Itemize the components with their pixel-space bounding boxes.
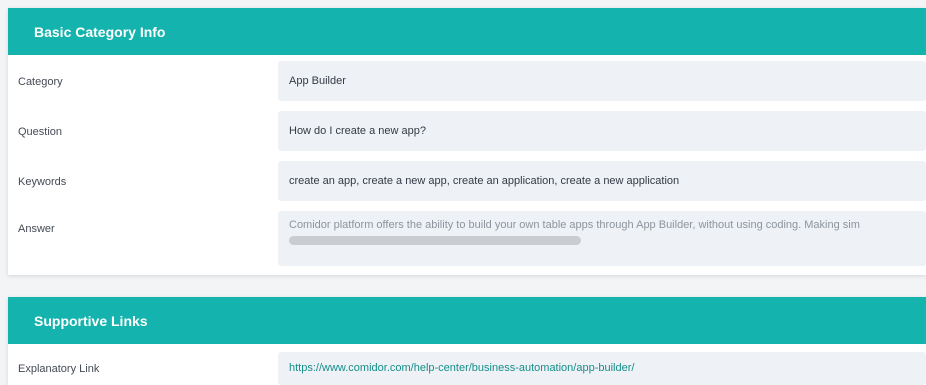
question-label: Question [18, 126, 63, 138]
section-header-basic-info: Basic Category Info [8, 8, 926, 55]
question-field[interactable]: How do I create a new app? [278, 111, 926, 151]
supportive-links-panel: Supportive Links Explanatory Link https:… [8, 297, 926, 385]
answer-row: Answer Comidor platform offers the abili… [8, 211, 926, 266]
answer-label: Answer [18, 223, 55, 235]
answer-field[interactable]: Comidor platform offers the ability to b… [278, 211, 926, 266]
category-row: Category App Builder [8, 61, 926, 101]
explanatory-link-row: Explanatory Link https://www.comidor.com… [8, 352, 926, 385]
category-field[interactable]: App Builder [278, 61, 926, 101]
explanatory-link[interactable]: https://www.comidor.com/help-center/busi… [278, 352, 926, 385]
keywords-label: Keywords [18, 176, 67, 188]
answer-horizontal-scrollbar[interactable] [289, 236, 581, 245]
question-row: Question How do I create a new app? [8, 111, 926, 151]
keywords-field[interactable]: create an app, create a new app, create … [278, 161, 926, 201]
explanatory-link-label: Explanatory Link [18, 363, 100, 375]
answer-text: Comidor platform offers the ability to b… [289, 219, 860, 231]
category-label: Category [18, 76, 63, 88]
keywords-row: Keywords create an app, create a new app… [8, 161, 926, 201]
basic-category-info-panel: Basic Category Info Category App Builder… [8, 8, 926, 275]
section-header-supportive-links: Supportive Links [8, 297, 926, 344]
